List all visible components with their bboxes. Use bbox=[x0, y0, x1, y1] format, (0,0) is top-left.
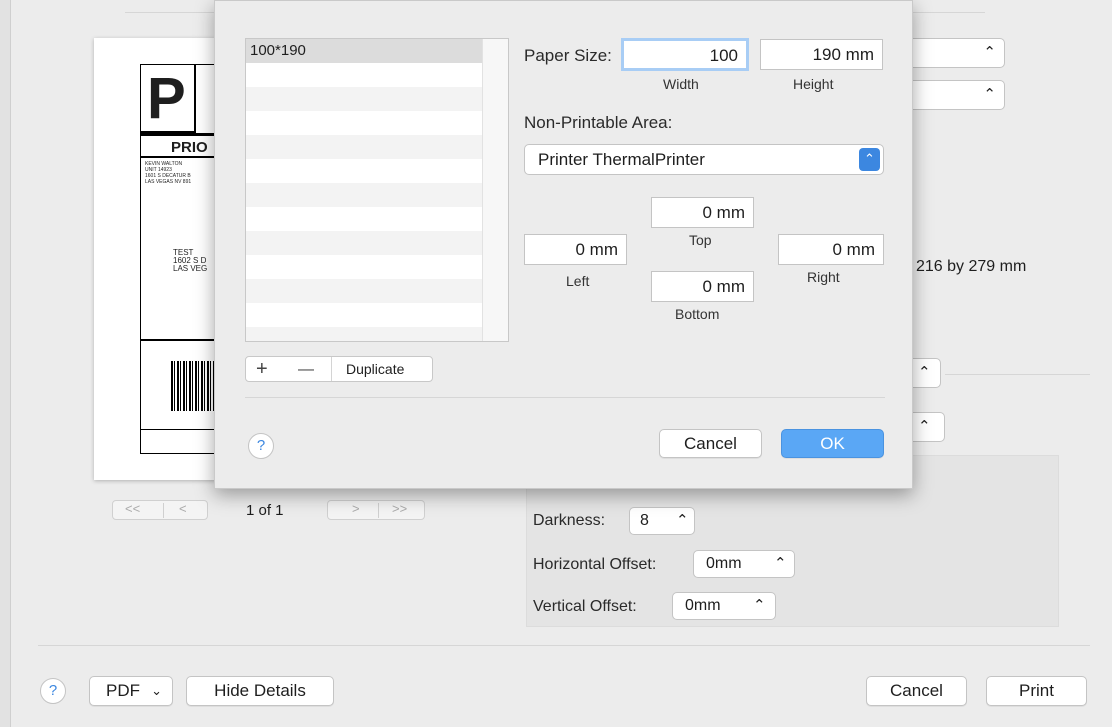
duplicate-button[interactable]: Duplicate bbox=[346, 361, 404, 377]
recipient-address: TEST 1602 S D LAS VEG bbox=[173, 248, 208, 273]
list-item[interactable]: 100*190 bbox=[246, 39, 482, 63]
left-label: Left bbox=[566, 273, 590, 289]
divider bbox=[331, 357, 332, 381]
paper-dimensions: 216 by 279 mm bbox=[916, 258, 1027, 275]
darkness-value: 8 bbox=[640, 512, 649, 529]
ok-button[interactable]: OK bbox=[781, 429, 884, 458]
barcode bbox=[171, 361, 217, 411]
add-button[interactable]: + bbox=[256, 358, 268, 380]
horizontal-offset-label: Horizontal Offset: bbox=[533, 556, 657, 573]
custom-paper-sheet: 100*190 + — Duplicate Paper Size: 100 Wi… bbox=[214, 0, 913, 489]
popup-2[interactable]: ⌃ bbox=[905, 80, 1005, 110]
bottom-label: Bottom bbox=[675, 306, 720, 322]
hide-details-button[interactable]: Hide Details bbox=[186, 676, 334, 706]
sender-address: KEVIN WALTON UNIT 14923 1601 S DECATUR B… bbox=[145, 161, 192, 185]
left-field[interactable]: 0 mm bbox=[524, 234, 627, 265]
window-edge bbox=[0, 0, 11, 727]
first-page-button[interactable]: << bbox=[125, 501, 140, 516]
last-page-button[interactable]: >> bbox=[392, 501, 407, 516]
darkness-select[interactable]: 8 ⌃ bbox=[629, 507, 695, 535]
list-item-label: 100*190 bbox=[250, 42, 306, 59]
chevron-updown-icon: ⌃ bbox=[983, 44, 996, 61]
right-label: Right bbox=[807, 269, 840, 285]
bottom-separator bbox=[38, 645, 1090, 646]
paper-size-list[interactable]: 100*190 bbox=[245, 38, 509, 342]
help-button[interactable]: ? bbox=[40, 678, 66, 704]
nav-left-group: << < bbox=[112, 500, 208, 520]
pdf-label: PDF bbox=[106, 681, 140, 700]
label-rule bbox=[141, 133, 220, 136]
divider bbox=[378, 503, 379, 518]
chevron-updown-icon: ⌃ bbox=[918, 364, 931, 381]
prev-page-button[interactable]: < bbox=[179, 501, 187, 516]
width-field[interactable]: 100 bbox=[621, 38, 749, 71]
pdf-menu-button[interactable]: PDF ⌄ bbox=[89, 676, 173, 706]
bottom-field[interactable]: 0 mm bbox=[651, 271, 754, 302]
sheet-help-button[interactable]: ? bbox=[248, 433, 274, 459]
label-rule-2 bbox=[141, 156, 220, 158]
printer-select-value: Printer ThermalPrinter bbox=[538, 150, 705, 169]
printer-select[interactable]: Printer ThermalPrinter ⌃ bbox=[524, 144, 884, 175]
label-big-letter: P bbox=[147, 66, 186, 131]
list-controls: + — Duplicate bbox=[245, 356, 433, 382]
vertical-offset-select[interactable]: 0mm ⌃ bbox=[672, 592, 776, 620]
chevron-updown-icon: ⌃ bbox=[774, 555, 787, 572]
separator bbox=[945, 374, 1090, 375]
top-label: Top bbox=[689, 232, 712, 248]
label-rule-4 bbox=[141, 429, 220, 430]
remove-button[interactable]: — bbox=[298, 359, 314, 381]
print-button[interactable]: Print bbox=[986, 676, 1087, 706]
vertical-offset-label: Vertical Offset: bbox=[533, 598, 637, 615]
right-field[interactable]: 0 mm bbox=[778, 234, 884, 265]
cancel-button[interactable]: Cancel bbox=[866, 676, 967, 706]
popup-1[interactable]: ⌃ bbox=[905, 38, 1005, 68]
sheet-cancel-button[interactable]: Cancel bbox=[659, 429, 762, 458]
shipping-label: P PRIO KEVIN WALTON UNIT 14923 1601 S DE… bbox=[140, 64, 220, 454]
list-scrollbar[interactable] bbox=[482, 39, 508, 341]
chevron-updown-icon: ⌃ bbox=[859, 148, 880, 171]
chevron-updown-icon: ⌃ bbox=[918, 418, 931, 435]
next-page-button[interactable]: > bbox=[352, 501, 360, 516]
height-field[interactable]: 190 mm bbox=[760, 39, 883, 70]
chevron-updown-icon: ⌃ bbox=[753, 597, 766, 614]
top-field[interactable]: 0 mm bbox=[651, 197, 754, 228]
chevron-updown-icon: ⌃ bbox=[983, 86, 996, 103]
nav-right-group: > >> bbox=[327, 500, 425, 520]
chevron-updown-icon: ⌃ bbox=[676, 512, 689, 529]
horizontal-offset-value: 0mm bbox=[706, 555, 742, 572]
non-printable-label: Non-Printable Area: bbox=[524, 113, 673, 132]
divider bbox=[163, 503, 164, 518]
vertical-offset-value: 0mm bbox=[685, 597, 721, 614]
horizontal-offset-select[interactable]: 0mm ⌃ bbox=[693, 550, 795, 578]
label-priority: PRIO bbox=[171, 139, 208, 156]
darkness-label: Darkness: bbox=[533, 512, 606, 529]
chevron-down-icon: ⌄ bbox=[151, 683, 162, 698]
sheet-separator bbox=[245, 397, 885, 398]
label-rule-3 bbox=[141, 339, 220, 341]
page-indicator: 1 of 1 bbox=[246, 502, 284, 519]
width-label: Width bbox=[663, 76, 699, 92]
paper-size-label: Paper Size: bbox=[524, 46, 612, 65]
height-label: Height bbox=[793, 76, 834, 92]
